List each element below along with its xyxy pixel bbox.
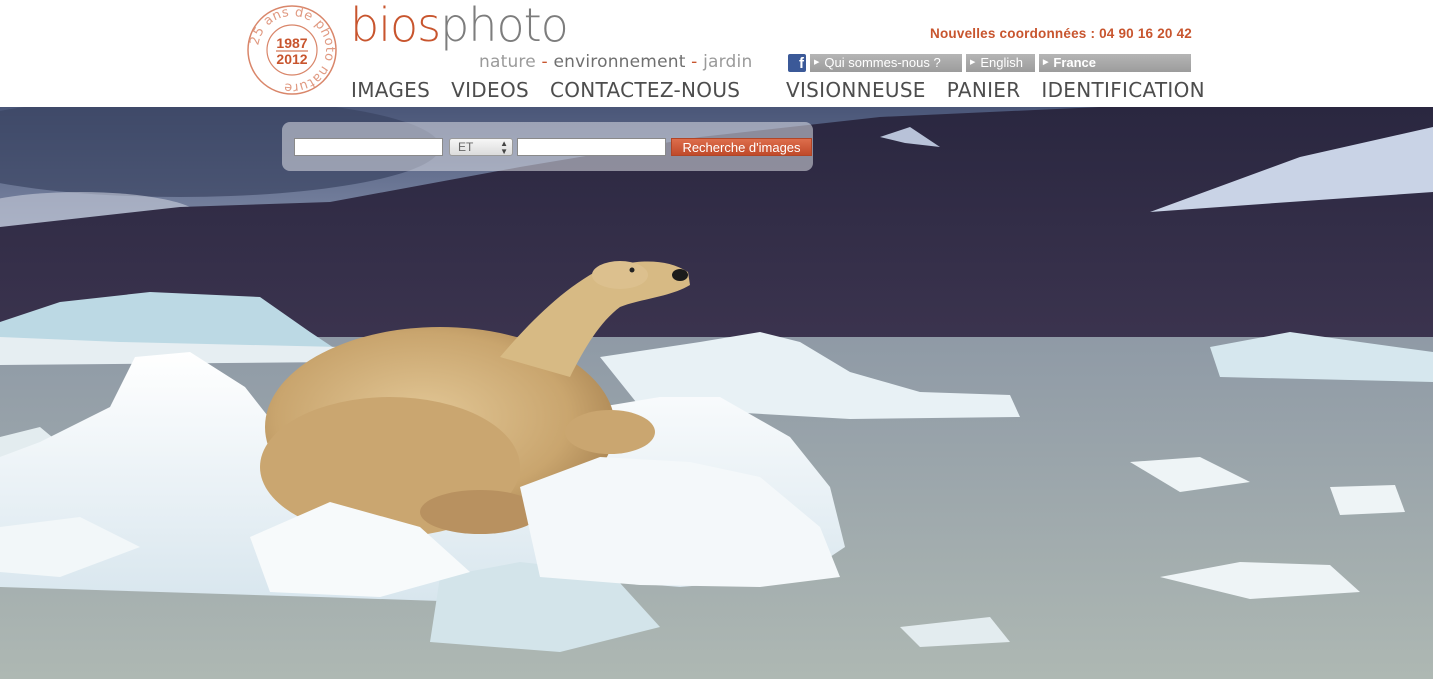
tagline-nature: nature [479,52,536,72]
top-links-bar: f ▶ Qui sommes-nous ? ▶ English ▶ France [788,54,1191,72]
hero-photo-polar-bear [0,107,1433,679]
operator-selected-label: ET [458,140,474,154]
search-input-1[interactable] [294,138,443,156]
anniversary-badge: 25 ans de photo nature 1987 2012 [246,4,338,96]
updown-arrows-icon: ▲ ▼ [500,139,508,156]
logo-part-bios: bios [350,0,441,52]
about-link-label: Qui sommes-nous ? [824,55,941,70]
facebook-icon[interactable]: f [788,54,806,72]
badge-year-start: 1987 [276,35,307,51]
arrow-right-icon: ▶ [1043,59,1049,66]
tagline-sep-2: - [685,52,704,72]
site-logo[interactable]: biosphoto [350,0,569,52]
france-link-label: France [1053,55,1097,70]
tagline-jardin: jardin [703,52,753,72]
main-nav-left: IMAGES VIDEOS CONTACTEZ-NOUS [351,78,740,104]
search-button[interactable]: Recherche d'images [671,138,812,156]
tagline-sep-1: - [535,52,554,72]
nav-videos[interactable]: VIDEOS [451,78,529,104]
main-nav-right: VISIONNEUSE PANIER IDENTIFICATION [786,78,1205,104]
site-header: 25 ans de photo nature 1987 2012 biospho… [0,0,1433,107]
nav-images[interactable]: IMAGES [351,78,430,104]
search-operator-select[interactable]: ET ▲ ▼ [449,138,513,156]
english-link-label: English [980,55,1024,70]
nav-panier[interactable]: PANIER [947,78,1021,104]
france-link[interactable]: ▶ France [1039,54,1191,72]
contact-phone: Nouvelles coordonnées : 04 90 16 20 42 [930,26,1192,41]
anniversary-seal: 25 ans de photo nature 1987 2012 [247,5,337,95]
badge-year-end: 2012 [276,51,307,67]
hero-illustration [0,107,1433,679]
logo-part-photo: photo [440,0,569,52]
tagline-environnement: environnement [553,52,686,72]
about-link[interactable]: ▶ Qui sommes-nous ? [810,54,962,72]
nav-identification[interactable]: IDENTIFICATION [1041,78,1205,104]
arrow-right-icon: ▶ [970,59,976,66]
english-link[interactable]: ▶ English [966,54,1035,72]
nav-contact[interactable]: CONTACTEZ-NOUS [550,78,740,104]
search-input-2[interactable] [517,138,666,156]
arrow-right-icon: ▶ [814,59,820,66]
search-panel: ET ▲ ▼ Recherche d'images [282,122,813,171]
nav-visionneuse[interactable]: VISIONNEUSE [786,78,926,104]
site-tagline: nature - environnement - jardin [479,52,752,72]
